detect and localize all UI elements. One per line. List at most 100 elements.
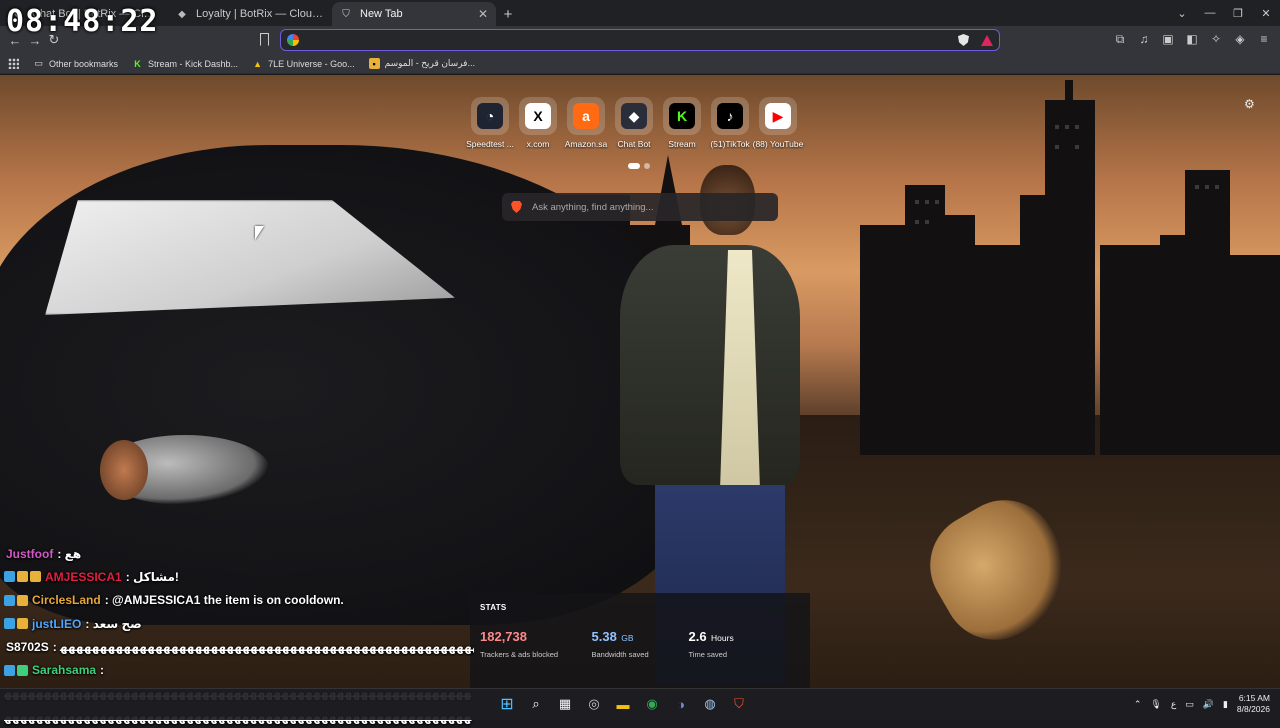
maximize-button[interactable]: ❐: [1224, 0, 1252, 26]
chat-badge-icon: [17, 571, 28, 583]
chat-text: :: [100, 663, 105, 678]
page-icon: ▪: [368, 58, 380, 69]
chat-username: CirclesLand: [32, 593, 101, 608]
chat-message: AMJESSICA1: مشاكل!: [4, 565, 474, 588]
bookmark-arabic-page[interactable]: ▪ فرسان قريح - الموسم...: [368, 58, 475, 69]
bookmark-label: 7LE Universe - Goo...: [268, 58, 355, 69]
brave-icon[interactable]: ⛉: [729, 694, 749, 714]
display-icon[interactable]: ▭: [1185, 699, 1194, 710]
chat-username: Sarahsama: [32, 663, 97, 678]
stat-caption: Trackers & ads blocked: [480, 650, 559, 659]
top-site-tile-bg: X: [519, 97, 557, 135]
address-bar[interactable]: [280, 29, 1000, 51]
chat-badge-icon: [4, 594, 15, 606]
search-box[interactable]: Ask anything, find anything...: [502, 193, 778, 221]
speedtest-icon: ◔: [477, 103, 503, 129]
kick-icon: K: [669, 103, 695, 129]
language-indicator[interactable]: ع: [1171, 699, 1176, 710]
chrome-icon[interactable]: ◉: [642, 694, 662, 714]
bookmark-7le-universe[interactable]: ▲ 7LE Universe - Goo...: [252, 58, 355, 69]
tiktok-icon: ♪: [717, 103, 743, 129]
stat-caption: Bandwidth saved: [591, 650, 649, 659]
top-site-tile-bg: a: [567, 97, 605, 135]
discord-icon[interactable]: ◑: [671, 694, 691, 714]
bookmark-icon[interactable]: [260, 33, 269, 46]
botrix-icon: ◆: [178, 8, 186, 20]
tab-label: New Tab: [360, 8, 403, 20]
top-site-tile-bg: ◔: [471, 97, 509, 135]
extensions-icon[interactable]: ⧉: [1112, 31, 1128, 47]
brave-rewards-icon[interactable]: [981, 34, 993, 46]
tab-strip: ◆ Chat Bot | BotRix — Cloud Streaming ◆ …: [0, 0, 1280, 26]
chevron-up-icon[interactable]: ⌃: [1134, 699, 1142, 710]
stat-unit: GB: [621, 633, 634, 643]
top-site-tile[interactable]: a Amazon.sa: [565, 97, 607, 149]
media-icon[interactable]: ♫: [1136, 31, 1152, 47]
chat-badge-icon: [4, 664, 15, 676]
top-site-tile[interactable]: K Stream: [662, 97, 702, 149]
top-sites-pager[interactable]: [628, 163, 650, 169]
youtube-icon: ▶: [765, 103, 791, 129]
leo-ai-icon[interactable]: ✧: [1208, 31, 1224, 47]
address-input[interactable]: [305, 33, 950, 47]
chat-badge-icon: [17, 664, 28, 676]
top-site-tile-bg: ▶: [759, 97, 797, 135]
top-site-tile[interactable]: ♪ (51)TikTok: [710, 97, 750, 149]
chat-username: justLIEO: [32, 616, 82, 631]
clock-date[interactable]: 6:15 AM 8/8/2026: [1237, 693, 1270, 715]
new-tab-button[interactable]: +: [496, 2, 520, 26]
battery-icon[interactable]: ▮: [1223, 699, 1228, 710]
sidebar-icon[interactable]: ▣: [1160, 31, 1176, 47]
volume-icon[interactable]: 🔊: [1203, 699, 1214, 710]
menu-icon[interactable]: ≡: [1256, 31, 1272, 47]
brave-shields-icon[interactable]: [958, 34, 969, 46]
top-site-tile-bg: ♪: [711, 97, 749, 135]
close-tab-icon[interactable]: ✕: [478, 7, 488, 21]
tab-loyalty[interactable]: ◆ Loyalty | BotRix — Cloud Streaming B: [168, 2, 332, 26]
taskbar-apps: ⊞ ⌕ ▦ ◎ ▬ ◉ ◑ ◍ ⛉: [497, 694, 749, 714]
wallet-icon[interactable]: ◧: [1184, 31, 1200, 47]
bookmark-other[interactable]: ▭ Other bookmarks: [33, 58, 118, 69]
chat-text: : هع: [57, 546, 82, 561]
top-site-tile[interactable]: ◆ Chat Bot: [614, 97, 654, 149]
apps-grid-icon[interactable]: [8, 58, 19, 69]
kick-icon: K: [134, 58, 141, 69]
mouse-cursor-icon: [255, 226, 264, 240]
top-site-tile[interactable]: ◔ Speedtest ...: [466, 97, 514, 149]
chat-text: : ﻬﻬﻬﻬﻬﻬﻬﻬﻬﻬﻬﻬﻬﻬﻬﻬﻬﻬﻬﻬﻬﻬﻬﻬﻬﻬﻬﻬﻬﻬﻬﻬﻬﻬﻬﻬﻬﻬ…: [52, 639, 474, 654]
bookmark-kick-dashboard[interactable]: K Stream - Kick Dashb...: [132, 58, 238, 69]
search-icon[interactable]: ⌕: [526, 694, 546, 714]
store-icon[interactable]: ▦: [555, 694, 575, 714]
top-site-tile[interactable]: ▶ (88) YouTube: [753, 97, 803, 149]
stat-value: 2.6: [688, 629, 707, 644]
browser-window: ◆ Chat Bot | BotRix — Cloud Streaming ◆ …: [0, 0, 1280, 724]
close-window-button[interactable]: ✕: [1252, 0, 1280, 26]
tab-new-tab[interactable]: ⛉ New Tab ✕: [332, 2, 496, 26]
chat-badge-icon: [4, 571, 15, 583]
page-dot[interactable]: [644, 163, 650, 169]
toolbar-actions: ⧉ ♫ ▣ ◧ ✧ ◈ ≡: [1112, 31, 1272, 47]
chat-text: : @AMJESSICA1 the item is on cooldown.: [104, 593, 344, 608]
stat-value: 182,738: [480, 629, 527, 644]
tab-search-icon[interactable]: ⌄: [1168, 0, 1196, 26]
background-indicator-light: [100, 440, 148, 500]
customize-gear-icon[interactable]: ⚙: [1244, 97, 1255, 111]
google-icon: [287, 34, 299, 46]
top-site-tile-bg: K: [663, 97, 701, 135]
brave-icon: ⛉: [342, 8, 350, 20]
top-site-tile[interactable]: Xx.com: [518, 97, 558, 149]
windows-start-icon[interactable]: ⊞: [497, 694, 517, 714]
chat-text: : صح سعد: [85, 616, 142, 631]
steam-icon[interactable]: ◍: [700, 694, 720, 714]
file-explorer-icon[interactable]: ▬: [613, 694, 633, 714]
chrome-dev-icon[interactable]: ◎: [584, 694, 604, 714]
top-sites: ◔ Speedtest ... Xx.com a Amazon.sa ◆ Chat Bot K…: [466, 97, 803, 149]
stream-clock: 08:48:22: [6, 4, 159, 39]
page-dot-active[interactable]: [628, 163, 640, 169]
chat-badge-icon: [17, 618, 28, 630]
stat-trackers: 182,738 Trackers & ads blocked: [480, 628, 592, 659]
vpn-icon[interactable]: ◈: [1232, 31, 1248, 47]
minimize-button[interactable]: —: [1196, 0, 1224, 26]
botrix-icon: ◆: [621, 103, 647, 129]
microphone-icon[interactable]: 🎙: [1150, 699, 1161, 710]
